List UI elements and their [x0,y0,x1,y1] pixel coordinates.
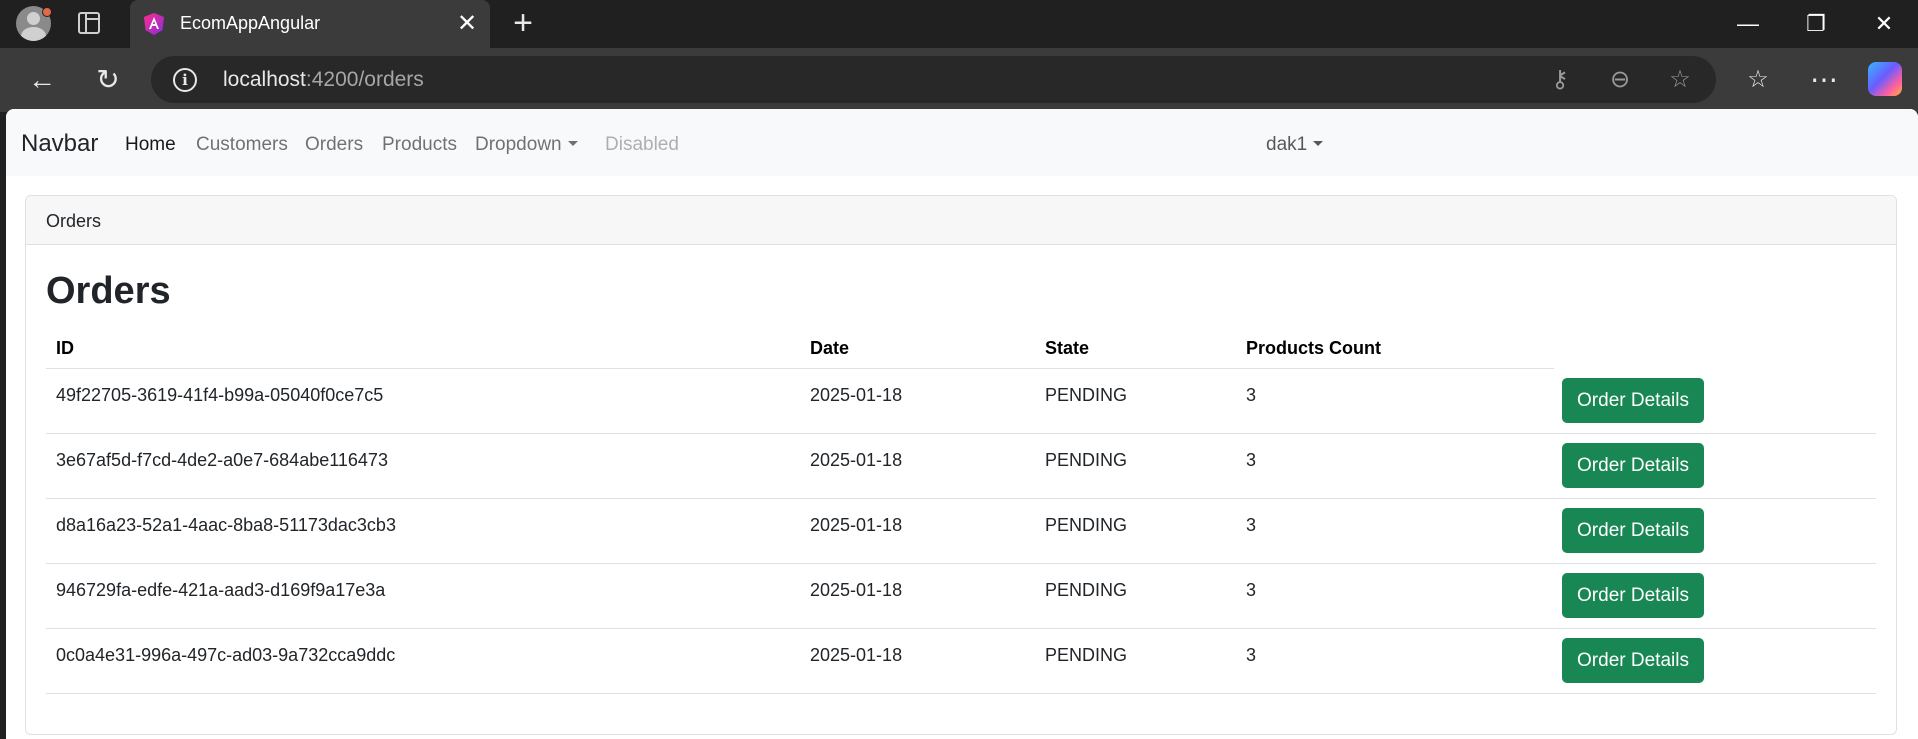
order-date: 2025-01-18 [810,450,903,470]
order-state: PENDING [1045,580,1128,600]
tab-title: EcomAppAngular [180,13,321,33]
order-id: 946729fa-edfe-421a-aad3-d169f9a17e3a [56,580,386,600]
table-row: 3e67af5d-f7cd-4de2-a0e7-684abe116473 202… [46,434,1876,499]
order-state: PENDING [1045,515,1128,535]
caret-down-icon [1313,141,1324,146]
order-products-count: 3 [1246,580,1257,600]
table-row: d8a16a23-52a1-4aac-8ba8-51173dac3cb3 202… [46,499,1876,564]
order-details-button[interactable]: Order Details [1562,443,1704,488]
order-date: 2025-01-18 [810,580,903,600]
table-row: 0c0a4e31-996a-497c-ad03-9a732cca9ddc 202… [46,629,1876,694]
order-details-button[interactable]: Order Details [1562,573,1704,618]
navbar: Navbar Home Customers Orders Products Dr… [6,109,1918,176]
column-header-state: State [1045,338,1090,358]
table-row: 49f22705-3619-41f4-b99a-05040f0ce7c5 202… [46,369,1876,434]
page-title: Orders [46,270,171,312]
order-id: 3e67af5d-f7cd-4de2-a0e7-684abe116473 [56,450,388,470]
key-icon[interactable]: ⚷ [1545,65,1575,95]
card-header-title: Orders [46,211,102,231]
window-close-icon[interactable]: ✕ [1864,8,1904,40]
info-icon[interactable]: i [173,68,197,92]
order-products-count: 3 [1246,645,1257,665]
order-details-button[interactable]: Order Details [1562,638,1704,683]
url-text[interactable]: localhost:4200/orders [223,68,424,92]
favorites-icon[interactable]: ☆ [1740,62,1776,98]
order-state: PENDING [1045,450,1128,470]
order-products-count: 3 [1246,450,1257,470]
order-id: d8a16a23-52a1-4aac-8ba8-51173dac3cb3 [56,515,396,535]
column-header-products-count: Products Count [1246,338,1381,358]
table-header: ID Date State Products Count [46,324,1876,369]
star-icon[interactable]: ☆ [1665,65,1695,95]
order-id: 49f22705-3619-41f4-b99a-05040f0ce7c5 [56,385,384,405]
more-icon[interactable]: ⋯ [1806,62,1842,98]
page-viewport: Navbar Home Customers Orders Products Dr… [6,109,1918,739]
orders-card: Orders Orders ID Date State Products Cou… [25,195,1897,735]
tab-actions-icon[interactable] [78,12,100,34]
nav-link-disabled: Disabled [605,134,679,155]
browser-tab-strip: EcomAppAngular ✕ + — ❐ ✕ [0,0,1918,48]
refresh-icon[interactable]: ↻ [90,62,126,98]
browser-toolbar: ← ↻ i localhost:4200/orders ⚷ ⊖ ☆ ☆ ⋯ [0,48,1918,112]
order-date: 2025-01-18 [810,515,903,535]
minimize-icon[interactable]: — [1728,8,1768,40]
order-state: PENDING [1045,645,1128,665]
nav-link-dropdown[interactable]: Dropdown [475,134,578,156]
back-arrow-icon[interactable]: ← [24,62,60,98]
order-products-count: 3 [1246,385,1257,405]
angular-icon [144,13,164,35]
order-products-count: 3 [1246,515,1257,535]
restore-icon[interactable]: ❐ [1796,8,1836,40]
caret-down-icon [567,141,578,146]
order-details-button[interactable]: Order Details [1562,508,1704,553]
plus-icon[interactable]: + [508,6,538,40]
address-bar[interactable]: i localhost:4200/orders ⚷ ⊖ ☆ [151,56,1716,103]
column-header-id: ID [56,338,74,358]
card-header: Orders [26,196,1896,245]
order-id: 0c0a4e31-996a-497c-ad03-9a732cca9ddc [56,645,396,665]
orders-table: ID Date State Products Count 49f22705-36… [46,324,1876,694]
table-row: 946729fa-edfe-421a-aad3-d169f9a17e3a 202… [46,564,1876,629]
order-details-button[interactable]: Order Details [1562,378,1704,423]
nav-link-orders[interactable]: Orders [305,134,363,156]
notification-dot [42,7,52,17]
navbar-brand[interactable]: Navbar [21,130,98,158]
zoom-out-icon[interactable]: ⊖ [1605,65,1635,95]
column-header-date: Date [810,338,850,358]
order-date: 2025-01-18 [810,385,903,405]
close-icon[interactable]: ✕ [454,11,480,37]
user-dropdown[interactable]: dak1 [1266,134,1324,156]
copilot-icon[interactable] [1868,62,1902,96]
nav-link-products[interactable]: Products [382,134,457,156]
order-date: 2025-01-18 [810,645,903,665]
nav-link-home[interactable]: Home [125,134,176,156]
order-state: PENDING [1045,385,1128,405]
nav-link-customers[interactable]: Customers [196,134,288,156]
